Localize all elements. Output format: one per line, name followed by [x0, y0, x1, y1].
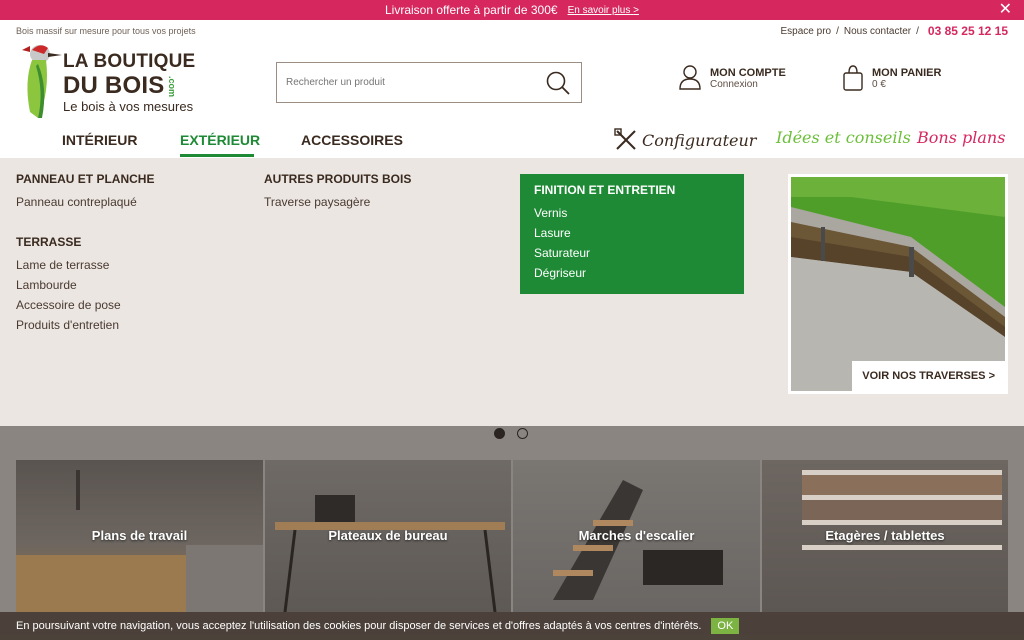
menu-link[interactable]: Accessoire de pose	[16, 298, 121, 312]
menu-col-terrasse: TERRASSE Lame de terrasse Lambourde Acce…	[16, 235, 121, 338]
nav-accessoires[interactable]: ACCESSOIRES	[301, 132, 403, 148]
carousel-dot-active[interactable]	[494, 428, 505, 439]
cookie-banner: En poursuivant votre navigation, vous ac…	[0, 612, 1024, 640]
cart-title: MON PANIER	[872, 67, 942, 79]
cookie-ok-button[interactable]: OK	[711, 618, 740, 634]
menu-link[interactable]: Saturateur	[534, 246, 730, 260]
menu-link[interactable]: Panneau contreplaqué	[16, 195, 154, 209]
logo-com: .com	[167, 76, 177, 98]
main-nav: INTÉRIEUR EXTÉRIEUR ACCESSOIRES Configur…	[0, 124, 1024, 158]
search-icon[interactable]	[545, 70, 571, 96]
configurateur-label: Configurateur	[642, 130, 757, 150]
menu-col-autres: AUTRES PRODUITS BOIS Traverse paysagère	[264, 172, 411, 215]
menu-heading[interactable]: AUTRES PRODUITS BOIS	[264, 172, 411, 186]
separator: /	[836, 25, 839, 37]
tile-label: Etagères / tablettes	[825, 528, 945, 543]
menu-link[interactable]: Lambourde	[16, 278, 121, 292]
logo-line1: LA BOUTIQUE	[63, 51, 196, 72]
logo-line2: DU BOIS	[63, 72, 165, 99]
carousel-dots	[494, 428, 528, 439]
logo[interactable]: LA BOUTIQUE DU BOIS .com Le bois à vos m…	[20, 42, 205, 122]
nav-interieur[interactable]: INTÉRIEUR	[62, 132, 137, 148]
tile-label: Plateaux de bureau	[328, 528, 448, 543]
phone-number[interactable]: 03 85 25 12 15	[928, 24, 1008, 38]
category-tile[interactable]: Etagères / tablettes	[762, 460, 1008, 612]
woodpecker-logo-icon	[22, 45, 62, 118]
nav-configurateur[interactable]: Configurateur	[614, 128, 756, 152]
menu-heading[interactable]: TERRASSE	[16, 235, 121, 249]
menu-link[interactable]: Produits d'entretien	[16, 318, 121, 332]
tagline: Bois massif sur mesure pour tous vos pro…	[16, 26, 196, 36]
category-tile[interactable]: Plateaux de bureau	[265, 460, 511, 612]
search-box	[276, 62, 582, 103]
utility-links: Espace pro / Nous contacter / 03 85 25 1…	[781, 24, 1009, 38]
traverses-promo[interactable]: VOIR NOS TRAVERSES >	[788, 174, 1008, 394]
menu-heading[interactable]: PANNEAU ET PLANCHE	[16, 172, 154, 186]
garden-sleepers-image	[791, 177, 1005, 391]
promo-text: Livraison offerte à partir de 300€	[385, 3, 558, 17]
see-sleepers-button[interactable]: VOIR NOS TRAVERSES >	[852, 361, 1005, 391]
menu-heading[interactable]: FINITION ET ENTRETIEN	[534, 183, 730, 197]
espace-pro-link[interactable]: Espace pro	[781, 26, 832, 37]
search-input[interactable]	[277, 63, 537, 102]
mega-menu: PANNEAU ET PLANCHE Panneau contreplaqué …	[0, 158, 1024, 426]
close-icon[interactable]: ✕	[999, 1, 1012, 19]
cart-total: 0 €	[872, 79, 886, 90]
account-button[interactable]: MON COMPTE Connexion	[678, 64, 786, 90]
menu-col-panneau: PANNEAU ET PLANCHE Panneau contreplaqué	[16, 172, 154, 215]
category-tile[interactable]: Marches d'escalier	[513, 460, 760, 612]
tile-label: Marches d'escalier	[578, 528, 695, 543]
menu-col-finition: FINITION ET ENTRETIEN Vernis Lasure Satu…	[520, 174, 744, 294]
menu-link[interactable]: Vernis	[534, 206, 730, 220]
logo-slogan: Le bois à vos mesures	[63, 99, 194, 114]
menu-link[interactable]: Traverse paysagère	[264, 195, 411, 209]
account-title: MON COMPTE	[710, 67, 786, 79]
nav-bons-plans[interactable]: Bons plans	[917, 128, 1005, 147]
user-icon	[679, 65, 701, 90]
promo-link[interactable]: En savoir plus >	[568, 5, 639, 16]
promo-bar: Livraison offerte à partir de 300€ En sa…	[0, 0, 1024, 20]
tools-icon	[614, 128, 636, 150]
tile-label: Plans de travail	[91, 528, 188, 543]
shopping-bag-icon	[843, 65, 863, 91]
nav-exterieur[interactable]: EXTÉRIEUR	[180, 132, 260, 148]
menu-link[interactable]: Dégriseur	[534, 266, 730, 280]
category-tile[interactable]: Plans de travail	[16, 460, 263, 612]
cart-button[interactable]: MON PANIER 0 €	[842, 64, 941, 92]
cookie-text: En poursuivant votre navigation, vous ac…	[16, 620, 702, 632]
active-underline	[180, 154, 254, 157]
carousel-dot[interactable]	[517, 428, 528, 439]
separator: /	[916, 25, 919, 37]
nav-idees-conseils[interactable]: Idées et conseils	[776, 128, 911, 147]
menu-link[interactable]: Lasure	[534, 226, 730, 240]
contact-link[interactable]: Nous contacter	[844, 26, 911, 37]
account-sub: Connexion	[710, 79, 758, 90]
menu-link[interactable]: Lame de terrasse	[16, 258, 121, 272]
